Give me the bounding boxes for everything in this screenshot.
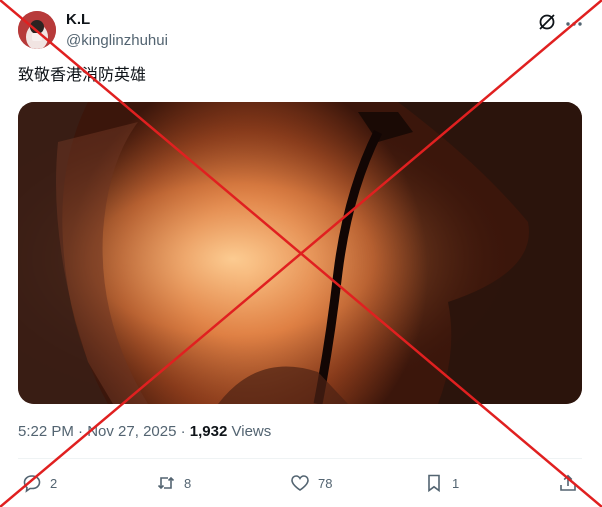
like-button[interactable]: 78 (290, 471, 332, 495)
avatar[interactable] (18, 11, 56, 49)
views-count: 1,932 (189, 423, 228, 440)
post-time[interactable]: 5:22 PM (18, 423, 74, 440)
like-icon (291, 475, 309, 491)
post-date[interactable]: Nov 27, 2025 (87, 423, 176, 440)
meta-separator: · (78, 423, 88, 440)
reply-count: 2 (50, 475, 58, 491)
action-bar: 2 8 78 1 (18, 471, 582, 495)
bookmark-button[interactable]: 1 (424, 471, 459, 495)
meta-separator: · (180, 423, 190, 440)
user-handle[interactable]: @kinglinzhuhui (66, 32, 168, 50)
repost-icon (157, 476, 175, 490)
share-icon (560, 474, 576, 491)
more-icon[interactable] (565, 16, 583, 26)
bookmark-count: 1 (452, 475, 460, 491)
reply-icon (23, 475, 41, 493)
display-name[interactable]: K.L (66, 11, 90, 29)
video-player[interactable] (18, 102, 582, 404)
tweet: K.L @kinglinzhuhui 致敬香港消防英雄 5:22 PM · No… (0, 0, 602, 507)
tweet-text: 致敬香港消防英雄 (18, 67, 147, 84)
like-count: 78 (318, 475, 333, 491)
repost-count: 8 (184, 475, 192, 491)
share-button[interactable] (558, 471, 578, 495)
post-metadata: 5:22 PM · Nov 27, 2025 · 1,932 Views (18, 423, 271, 441)
repost-button[interactable]: 8 (156, 471, 191, 495)
bookmark-icon (428, 474, 440, 493)
reply-button[interactable]: 2 (22, 471, 57, 495)
grok-icon[interactable] (537, 12, 557, 32)
views-label: Views (231, 423, 272, 440)
divider (18, 458, 582, 459)
